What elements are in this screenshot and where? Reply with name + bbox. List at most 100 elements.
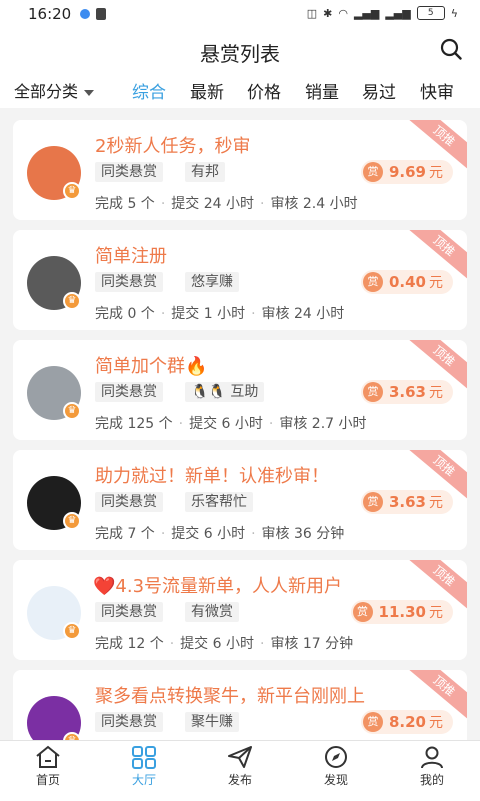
nav-home[interactable]: 首页: [0, 745, 96, 788]
send-icon: [228, 746, 252, 768]
page-title: 悬赏列表: [200, 42, 280, 66]
bluetooth-icon: ✱: [323, 6, 333, 20]
reward-unit: 元: [429, 605, 443, 621]
task-stats: 完成 5 个 · 提交 24 小时 · 审核 2.4 小时: [95, 196, 358, 212]
reward-unit: 元: [429, 495, 443, 511]
task-stats: 完成 7 个 · 提交 6 小时 · 审核 36 分钟: [95, 526, 345, 542]
task-title: 简单加个群🔥: [95, 356, 208, 377]
task-review: 审核 2.4 小时: [270, 196, 358, 212]
reward-badge: 赏 3.63 元: [360, 380, 453, 404]
charging-icon: ϟ: [450, 6, 458, 20]
reward-icon: 赏: [352, 602, 373, 622]
task-review: 审核 2.7 小时: [279, 416, 367, 432]
header: 悬赏列表: [0, 28, 480, 74]
reward-badge: 赏 11.30 元: [350, 600, 453, 624]
nav-profile-label: 我的: [419, 773, 444, 787]
wifi-icon: ◠: [338, 6, 348, 20]
task-submit: 提交 6 小时: [171, 526, 246, 542]
reward-badge: 赏 8.20 元: [360, 710, 453, 734]
task-done: 完成 5 个: [95, 196, 155, 212]
reward-badge: 赏 0.40 元: [360, 270, 453, 294]
nav-publish[interactable]: 发布: [192, 745, 288, 788]
reward-unit: 元: [429, 385, 443, 401]
reward-icon: 赏: [362, 162, 383, 182]
crown-icon: ♛: [63, 622, 81, 640]
reward-badge: 赏 3.63 元: [360, 490, 453, 514]
reward-icon: 赏: [362, 492, 383, 512]
task-tag-platform: 聚牛赚: [185, 712, 239, 732]
crown-icon: ♛: [63, 182, 81, 200]
reward-amount: 11.30: [378, 603, 426, 621]
reward-amount: 3.63: [388, 383, 426, 401]
task-list: ♛ 2秒新人任务，秒审 同类悬赏 有邦 赏 9.69 元 完成 5 个 · 提交 2…: [0, 108, 480, 740]
status-bar: 16:20 ◫ ✱ ◠ ▂▄▆ ▂▄▆ 5 ϟ: [0, 0, 480, 28]
reward-unit: 元: [429, 275, 443, 291]
reward-amount: 3.63: [388, 493, 426, 511]
signal-icon-2: ▂▄▆: [385, 6, 411, 20]
shield-icon: [80, 9, 90, 19]
task-stats: 完成 0 个 · 提交 1 小时 · 审核 24 小时: [95, 306, 345, 322]
reward-amount: 9.69: [388, 163, 426, 181]
notification-icon: [96, 8, 106, 20]
task-card[interactable]: ♛ 简单注册 同类悬赏 悠享赚 赏 0.40 元 完成 0 个 · 提交 1 小时 ·…: [13, 230, 467, 330]
reward-unit: 元: [429, 715, 443, 731]
tab-easy[interactable]: 易过: [362, 78, 396, 103]
task-tag: 同类悬赏: [95, 272, 163, 292]
task-tag: 同类悬赏: [95, 712, 163, 732]
task-review: 审核 36 分钟: [261, 526, 345, 542]
tab-latest[interactable]: 最新: [190, 78, 224, 103]
home-icon: [36, 745, 60, 768]
task-done: 完成 0 个: [95, 306, 155, 322]
task-tag-platform: 悠享赚: [185, 272, 239, 292]
task-title: 简单注册: [95, 246, 167, 267]
task-card[interactable]: ♛ 聚多看点转换聚牛，新平台刚刚上 同类悬赏 聚牛赚 赏 8.20 元 顶推: [13, 670, 467, 740]
task-tag-platform: 乐客帮忙: [185, 492, 253, 512]
tab-comprehensive[interactable]: 综合: [132, 78, 166, 103]
nav-discover[interactable]: 发现: [288, 745, 384, 788]
task-done: 完成 125 个: [95, 416, 173, 432]
battery-icon: 5: [416, 6, 445, 20]
reward-icon: 赏: [362, 712, 383, 732]
category-dropdown[interactable]: 全部分类: [14, 78, 95, 102]
reward-badge: 赏 9.69 元: [360, 160, 453, 184]
task-card[interactable]: ♛ 2秒新人任务，秒审 同类悬赏 有邦 赏 9.69 元 完成 5 个 · 提交 2…: [13, 120, 467, 220]
caret-down-icon: [84, 89, 95, 96]
task-done: 完成 12 个: [95, 636, 164, 652]
nav-publish-label: 发布: [227, 773, 252, 787]
task-tag: 同类悬赏: [95, 162, 163, 182]
task-done: 完成 7 个: [95, 526, 155, 542]
tab-sales[interactable]: 销量: [305, 78, 339, 103]
crown-icon: ♛: [63, 292, 81, 310]
task-submit: 提交 24 小时: [171, 196, 254, 212]
task-title: 2秒新人任务，秒审: [95, 136, 251, 157]
status-time: 16:20: [28, 5, 72, 23]
nav-hall-label: 大厅: [131, 773, 156, 787]
task-submit: 提交 6 小时: [189, 416, 263, 432]
task-tag: 同类悬赏: [95, 492, 163, 512]
task-stats: 完成 125 个 · 提交 6 小时 · 审核 2.7 小时: [95, 416, 367, 432]
nav-profile[interactable]: 我的: [384, 745, 480, 788]
nav-hall[interactable]: 大厅: [96, 745, 192, 788]
tab-price[interactable]: 价格: [247, 78, 281, 103]
user-icon: [421, 746, 443, 769]
task-tag: 同类悬赏: [95, 602, 163, 622]
task-review: 审核 17 分钟: [270, 636, 354, 652]
task-card[interactable]: ♛ 简单加个群🔥 同类悬赏 🐧🐧 互助 赏 3.63 元 完成 125 个 · 提交…: [13, 340, 467, 440]
system-icons: ◫ ✱ ◠ ▂▄▆ ▂▄▆ 5 ϟ: [307, 6, 458, 20]
task-title: 聚多看点转换聚牛，新平台刚刚上: [95, 686, 365, 707]
task-tag-platform: 有微赏: [185, 602, 239, 622]
task-card[interactable]: ♛ 助力就过！新单！认准秒审！ 同类悬赏 乐客帮忙 赏 3.63 元 完成 7 …: [13, 450, 467, 550]
tab-fast-review[interactable]: 快审: [420, 78, 454, 103]
task-stats: 完成 12 个 · 提交 6 小时 · 审核 17 分钟: [95, 636, 354, 652]
filter-bar: 全部分类 综合 最新 价格 销量 易过 快审: [0, 74, 480, 108]
reward-icon: 赏: [362, 272, 383, 292]
crown-icon: ♛: [63, 402, 81, 420]
compass-icon: [325, 746, 347, 768]
reward-amount: 8.20: [388, 713, 426, 731]
signal-icon: ▂▄▆: [353, 6, 380, 20]
task-submit: 提交 6 小时: [180, 636, 254, 652]
hall-icon: [132, 746, 156, 769]
search-icon[interactable]: [440, 38, 462, 60]
task-card[interactable]: ♛ ❤️4.3号流量新单，人人新用户 同类悬赏 有微赏 赏 11.30 元 完成…: [13, 560, 467, 660]
crown-icon: ♛: [63, 512, 81, 530]
